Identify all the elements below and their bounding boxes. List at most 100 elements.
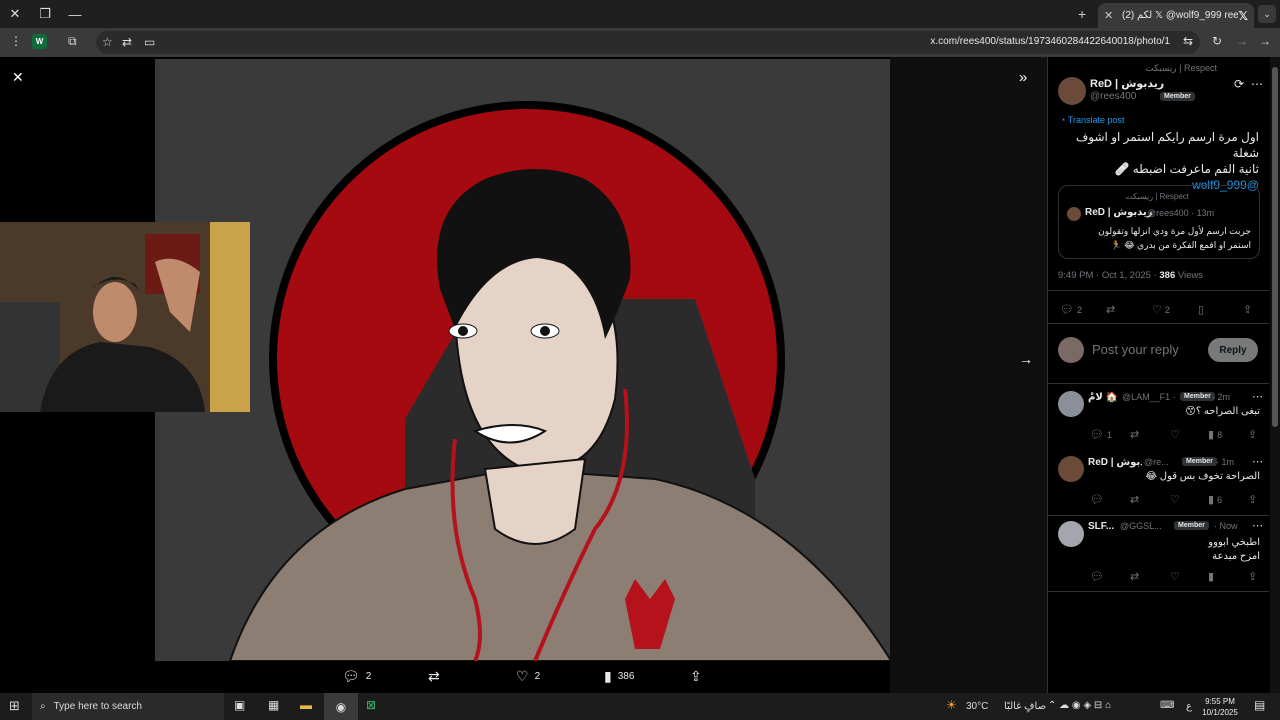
webcam-overlay <box>0 222 250 412</box>
reply-stat-button[interactable]: 💬︎ 2 <box>1060 303 1082 316</box>
more-options-icon[interactable]: ⋯ <box>1252 519 1263 532</box>
heart-icon: ♡ <box>1170 494 1180 506</box>
back-icon[interactable]: → <box>1259 34 1271 48</box>
url-text: x.com/rees400/status/1973460284422640018… <box>930 36 1170 47</box>
share-button[interactable]: ⇪ <box>1243 303 1255 316</box>
windows-start-icon[interactable]: ⊞ <box>9 698 20 714</box>
close-tab-icon[interactable]: ✕ <box>1104 9 1118 22</box>
close-window-icon[interactable]: ✕ <box>0 0 30 28</box>
views-icon: ▮ <box>1208 571 1215 583</box>
next-photo-icon[interactable]: → <box>1019 351 1033 367</box>
more-options-icon[interactable]: ⋯ <box>1251 77 1263 91</box>
quote-avatar <box>1067 207 1081 221</box>
translate-icon[interactable]: ⇄ <box>122 35 132 49</box>
taskbar-clock[interactable]: 9:55 PM 10/1/2025 <box>1198 696 1242 718</box>
reply-input[interactable]: Post your reply <box>1092 342 1179 357</box>
heart-icon: ♡ <box>1170 571 1180 583</box>
address-bar[interactable]: ☆ ⇄ ▭ x.com/rees400/status/1973460284422… <box>96 31 1200 54</box>
views-stat[interactable]: ▮ <box>1208 570 1217 583</box>
reply-avatar[interactable] <box>1058 456 1084 482</box>
translate-post-link[interactable]: ◔ Translate post <box>1060 115 1124 125</box>
minimize-window-icon[interactable]: — <box>60 0 90 28</box>
new-tab-button[interactable]: + <box>1078 6 1086 22</box>
post-timestamp: 9:49 PM · Oct 1, 2025 · 386 Views <box>1058 270 1204 281</box>
tab-search-icon[interactable]: ⌄ <box>1258 5 1276 23</box>
repost-stat-button[interactable]: ⇄ <box>1106 303 1118 316</box>
weather-icon: ☀ <box>946 698 957 712</box>
scrollbar-thumb[interactable] <box>1272 67 1278 427</box>
reload-icon[interactable]: ↻ <box>1212 34 1222 48</box>
repost-icon: ⇄ <box>1130 429 1140 441</box>
task-view-icon[interactable]: ▣ <box>234 698 245 712</box>
quoted-post[interactable]: ريسبكت | Respect ReD | ريدبوش @rees400 ·… <box>1058 185 1260 259</box>
site-settings-icon[interactable]: ⇆ <box>1183 34 1193 48</box>
repost-stat-button[interactable]: ⇄ <box>1130 570 1142 583</box>
cast-icon[interactable]: ▭ <box>144 35 155 49</box>
expand-sidebar-icon[interactable]: » <box>1019 69 1027 86</box>
browser-tab[interactable]: ✕ (2) لكم 𝕏 @wolf9_999 rees400 𝕏 <box>1098 3 1254 28</box>
menu-icon[interactable]: ⋮ <box>10 34 22 48</box>
views-stat[interactable]: ▮ 8 <box>1208 428 1222 441</box>
repost-stat-button[interactable]: ⇄ <box>1130 428 1142 441</box>
share-button[interactable]: ⇪ <box>1248 428 1260 441</box>
share-icon: ⇪ <box>1248 494 1258 506</box>
more-options-icon[interactable]: ⋯ <box>1252 390 1263 403</box>
viewer-like-button[interactable]: ♡ 2 <box>516 668 540 685</box>
grok-icon[interactable]: ⟳ <box>1234 77 1244 91</box>
like-stat-button[interactable]: ♡ 2 <box>1152 303 1170 316</box>
like-stat-button[interactable]: ♡ <box>1170 493 1183 506</box>
viewer-repost-button[interactable]: ⇄ <box>428 668 446 685</box>
language-indicator[interactable]: ع <box>1186 701 1192 712</box>
weather-temp[interactable]: 30°C <box>966 701 988 712</box>
reply-stat-button[interactable]: 💬︎ 1 <box>1090 428 1112 441</box>
forward-icon[interactable]: → <box>1236 34 1248 48</box>
views-stat[interactable]: ▮ 6 <box>1208 493 1222 506</box>
keyboard-icon[interactable]: ⌨ <box>1160 700 1174 711</box>
author-name[interactable]: ReD | ريدبوش <box>1090 77 1164 90</box>
author-handle[interactable]: @rees400 <box>1090 91 1136 102</box>
share-button[interactable]: ⇪ <box>1248 493 1260 506</box>
restore-window-icon[interactable]: ❐ <box>30 0 60 28</box>
reply-item[interactable]: SLF... @GGSL... Member · Now ⋯ اطبخي ابو… <box>1048 516 1269 590</box>
author-avatar[interactable] <box>1058 77 1086 105</box>
close-viewer-icon[interactable]: ✕ <box>12 69 24 86</box>
more-options-icon[interactable]: ⋯ <box>1252 455 1263 468</box>
repost-stat-button[interactable]: ⇄ <box>1130 493 1142 506</box>
extensions-icon[interactable]: ⧉ <box>68 34 77 49</box>
reply-stat-button[interactable]: 💬︎ <box>1090 570 1107 583</box>
reply-item[interactable]: ReD | ريدبوش @re... Member · 1m ⋯ الصراح… <box>1048 449 1269 513</box>
viewer-reply-button[interactable]: 💬︎ 2 <box>342 668 371 685</box>
post-detail-panel: ريسبكت | Respect ReD | ريدبوش @rees400 M… <box>1047 57 1269 693</box>
reply-avatar[interactable] <box>1058 521 1084 547</box>
reply-avatar[interactable] <box>1058 391 1084 417</box>
viewer-share-button[interactable]: ⇪ <box>690 668 708 685</box>
reply-button[interactable]: Reply <box>1208 338 1258 362</box>
like-stat-button[interactable]: ♡ <box>1170 570 1183 583</box>
panel-scrollbar[interactable] <box>1270 57 1280 693</box>
views-icon: ▮ <box>1208 429 1215 441</box>
notifications-icon[interactable]: ▤ <box>1254 698 1265 712</box>
like-stat-button[interactable]: ♡ <box>1170 428 1183 441</box>
reply-icon: 💬︎ <box>1090 571 1104 583</box>
member-badge: Member <box>1160 92 1195 101</box>
divider <box>1048 290 1269 291</box>
bookmark-star-icon[interactable]: ☆ <box>102 35 113 49</box>
extension-badge[interactable]: W <box>32 34 47 49</box>
viewer-views-button[interactable]: ▮ 386 <box>604 668 634 685</box>
chrome-icon[interactable]: ◉ <box>324 693 358 720</box>
reply-stat-button[interactable]: 💬︎ <box>1090 493 1107 506</box>
repost-icon: ⇄ <box>1130 571 1140 583</box>
excel-icon[interactable]: ⊠ <box>366 698 376 712</box>
post-text: اول مرة ارسم رايكم استمر او اشوف شغلة ثا… <box>1054 129 1259 193</box>
windows-taskbar: ⊞ ⌕ Type here to search ▣ ▦ ▬ ◉ ⊠ ☀ 30°C… <box>0 693 1280 720</box>
bookmark-button[interactable]: ▯ <box>1198 303 1207 316</box>
share-icon: ⇪ <box>1248 429 1258 441</box>
file-explorer-icon[interactable]: ▬ <box>300 698 312 712</box>
weather-description[interactable]: صافٍ غالبًا <box>1004 701 1046 712</box>
calculator-icon[interactable]: ▦ <box>268 698 279 712</box>
tray-icons[interactable]: ⌃ ☁ ◉ ◈ ⊟ ⌂ <box>1048 700 1111 711</box>
repost-icon: ⇄ <box>1130 494 1140 506</box>
taskbar-search[interactable]: ⌕ Type here to search <box>32 693 224 720</box>
reply-item[interactable]: لَامْ 🏠 @LAM__F1 · Member · 2m ⋯ تبغى ال… <box>1048 384 1269 448</box>
share-button[interactable]: ⇪ <box>1248 570 1260 583</box>
